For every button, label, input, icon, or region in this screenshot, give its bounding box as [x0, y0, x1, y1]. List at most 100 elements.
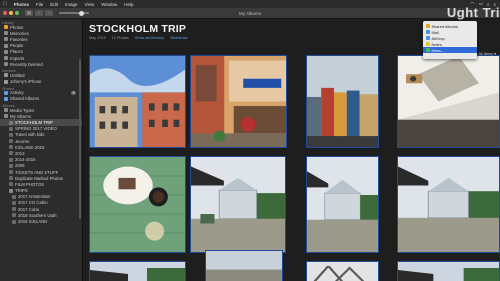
album-icon: [9, 145, 13, 150]
photo-gamla-stan-square[interactable]: [306, 55, 379, 148]
photo-image: [307, 157, 378, 252]
airdrop-icon: [426, 36, 430, 40]
sidebar-item-label: TRIPS: [15, 188, 28, 194]
menu-file[interactable]: File: [36, 2, 43, 7]
menu-edit[interactable]: Edit: [50, 2, 58, 7]
menu-item-label: Notes: [431, 41, 442, 47]
map-pin-icon: [4, 49, 8, 54]
sidebar-item-label: Travel with kids: [15, 132, 45, 138]
photo-image: [398, 262, 499, 281]
show-as-memory-link[interactable]: Show as Memory: [135, 36, 164, 40]
share-menu: Shared Albums Mail AirDrop Notes Mess...: [423, 21, 477, 59]
album-icon: [9, 126, 13, 131]
people-icon: [4, 43, 8, 48]
window-toolbar: ▤ ‹ › My Albums: [0, 8, 500, 19]
disk-icon: [4, 73, 8, 78]
sidebar-item-label: Duplicate Marked Photos: [15, 175, 64, 181]
memories-icon: [4, 31, 8, 36]
album-icon: [12, 219, 16, 224]
menu-window[interactable]: Window: [101, 2, 117, 7]
sidebar-item-label: ICELAND 2015: [15, 144, 45, 150]
sidebar-item-label: Memories: [10, 30, 29, 36]
cloud-icon: [4, 90, 8, 95]
menu-app-photos[interactable]: Photos: [14, 2, 29, 7]
menu-help[interactable]: Help: [124, 2, 133, 7]
photo-greenhouse-3[interactable]: [397, 156, 500, 253]
sidebar-item-label: Jerome: [15, 138, 30, 144]
menu-item-label: Mail: [431, 29, 439, 35]
notes-icon: [426, 42, 430, 46]
photo-image: [90, 157, 185, 252]
album-icon: [9, 157, 13, 162]
shared-albums-icon: [426, 24, 430, 28]
album-icon: [9, 176, 13, 181]
sidebar-item-label: Untitled: [10, 72, 25, 78]
apple-menu-icon[interactable]: : [3, 1, 7, 7]
sidebar-item-label: Places: [10, 49, 23, 55]
cloud-icon: [4, 96, 8, 101]
sidebar-item-label: Recently Deleted: [10, 61, 43, 67]
heart-icon: [4, 37, 8, 42]
photo-orange-storefront[interactable]: [190, 55, 287, 148]
photo-blue-building[interactable]: [89, 55, 186, 148]
sidebar-item-label: SPRING 2017 VIDEO: [15, 126, 57, 132]
sidebar-item-label: 2017 Amsterdam: [18, 194, 51, 200]
album-title: STOCKHOLM TRIP: [89, 23, 187, 35]
photo-image: [90, 56, 185, 147]
sidebar-scrollbar[interactable]: [79, 59, 81, 219]
photo-greenhouse-1[interactable]: [190, 156, 286, 253]
sidebar-item-label: 2018 Southern Utah: [18, 212, 57, 218]
album-icon: [9, 182, 13, 187]
slideshow-link[interactable]: Slideshow: [170, 36, 187, 40]
album-icon: [9, 132, 13, 137]
menu-item-label: AirDrop: [431, 35, 445, 41]
photo-cake-coffee[interactable]: [89, 156, 186, 253]
sidebar: Library Photos Memories Favorites People…: [0, 19, 83, 281]
menu-item-label: Shared Albums: [431, 23, 458, 29]
photo-greenhouse-2[interactable]: [306, 156, 379, 253]
share-messages-item[interactable]: Mess...: [423, 47, 477, 53]
sidebar-item-shared-albums[interactable]: Shared Albums: [0, 96, 82, 102]
album-icon: [9, 170, 13, 175]
sidebar-item-label: Activity: [10, 90, 24, 96]
photo-bottom-3[interactable]: [306, 261, 379, 281]
photo-ceiling-crowd[interactable]: [397, 55, 500, 148]
activity-badge: 9: [71, 90, 76, 95]
album-meta: May 2019 12 Photos Show as Memory Slides…: [89, 36, 187, 40]
sidebar-item-label: FILM PHOTOS: [15, 181, 45, 187]
photo-image: [398, 56, 499, 147]
sidebar-item-label: 2013: [15, 150, 25, 156]
photo-bottom-4[interactable]: [397, 261, 500, 281]
sidebar-item-label: 2017 Cuba: [18, 206, 40, 212]
messages-icon: [426, 48, 430, 52]
photo-image: [206, 251, 282, 281]
photo-image: [398, 157, 499, 252]
album-icon: [9, 139, 13, 144]
sidebar-item-label: My Albums: [10, 113, 32, 119]
mail-icon: [426, 30, 430, 34]
sidebar-trip-item[interactable]: 2018 ICELAND: [0, 218, 82, 224]
sidebar-item-label: 2009: [15, 163, 25, 169]
menu-item-label: Mess...: [431, 47, 445, 53]
sidebar-item-label: STOCKHOLM TRIP: [15, 120, 54, 126]
menu-image[interactable]: Image: [65, 2, 78, 7]
sidebar-item-label: Shared Albums: [10, 96, 40, 102]
album-icon: [12, 213, 16, 218]
phone-icon: [4, 79, 8, 84]
sidebar-item-recently-deleted[interactable]: Recently Deleted: [0, 61, 82, 67]
sidebar-item-iphone[interactable]: Johnny's iPhone: [0, 79, 82, 85]
menu-view[interactable]: View: [85, 2, 95, 7]
trash-icon: [4, 62, 8, 67]
photo-image: [90, 262, 185, 281]
sidebar-item-label: Photos: [10, 24, 24, 30]
sidebar-item-label: Favorites: [10, 36, 28, 42]
folder-icon: [4, 108, 8, 113]
photo-bottom-2[interactable]: [205, 250, 283, 281]
album-icon: [12, 194, 16, 199]
sidebar-item-label: Media Types: [10, 107, 35, 113]
album-count: 12 Photos: [111, 36, 129, 40]
album-icon: [9, 151, 13, 156]
album-icon: [12, 200, 16, 205]
photo-bottom-1[interactable]: [89, 261, 186, 281]
clock-icon: [4, 56, 8, 61]
